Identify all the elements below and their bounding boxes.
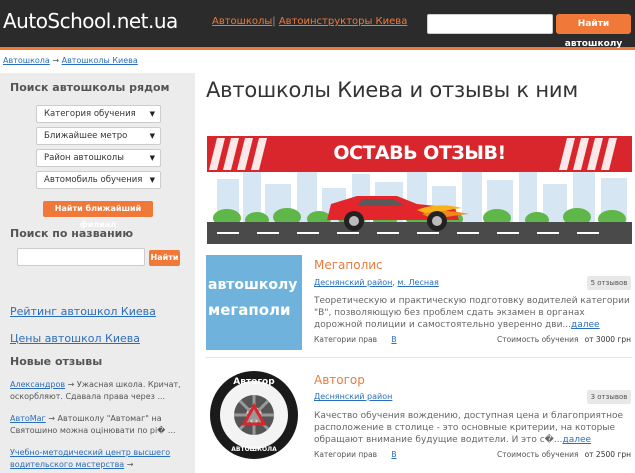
prices-link[interactable]: Цены автошкол Киева — [10, 332, 140, 345]
price-label: Стоимость обучения — [496, 335, 579, 344]
site-header: AutoSchool.net.ua Автошколы| Автоинструк… — [0, 0, 635, 50]
chevron-down-icon: ▼ — [149, 176, 155, 184]
logo-text: АВТОШКОЛА — [231, 446, 277, 453]
review-item: Учебно-методический центр высшего водите… — [10, 447, 190, 473]
district-link[interactable]: Деснянский район — [314, 392, 392, 401]
rating-link[interactable]: Рейтинг автошкол Киева — [10, 305, 156, 318]
district-link[interactable]: Деснянский район — [314, 278, 392, 287]
price-value: от 2500 грн — [584, 450, 631, 459]
find-autoschool-button[interactable]: Найти автошколу — [556, 14, 631, 49]
header-search-input[interactable] — [427, 14, 553, 34]
page-title: Автошколы Киева и отзывы к ним — [206, 78, 579, 102]
chevron-down-icon: ▼ — [149, 110, 155, 118]
divider — [206, 357, 632, 358]
breadcrumb: Автошкола → Автошколы Киева — [3, 56, 138, 65]
car-select-value: Автомобиль обучения — [44, 175, 143, 185]
breadcrumb-current[interactable]: Автошколы Киева — [62, 56, 138, 65]
metro-select[interactable]: Ближайшее метро ▼ — [36, 127, 161, 145]
nav-separator: | — [272, 16, 276, 27]
nav-link-autoschools[interactable]: Автошколы — [212, 16, 272, 27]
school-name-input[interactable] — [17, 248, 145, 266]
top-nav: Автошколы| Автоинструкторы Киева — [212, 16, 407, 27]
school-location: Деснянский район — [314, 392, 392, 401]
review-item: АвтоМаг → Автошколу "Автомаг" на Святоши… — [10, 413, 190, 437]
school-name-link[interactable]: Мегаполис — [314, 258, 383, 272]
review-item: Александров → Ужасная школа. Кричат, оск… — [10, 379, 190, 403]
category-link[interactable]: В — [391, 450, 396, 459]
chevron-down-icon: ▼ — [149, 154, 155, 162]
price-value: от 3000 грн — [584, 335, 631, 344]
school-logo-avtogor[interactable]: Автогор АВТОШКОЛА — [206, 368, 302, 463]
sidebar: Поиск автошколы рядом Категория обучения… — [0, 73, 195, 473]
new-reviews-title: Новые отзывы — [10, 355, 103, 368]
school-description: Теоретическую и практическую подготовку … — [314, 295, 632, 331]
site-logo[interactable]: AutoSchool.net.ua — [3, 9, 178, 33]
school-description: Качество обучения вождению, доступная це… — [314, 410, 632, 446]
district-select[interactable]: Район автошколы ▼ — [36, 149, 161, 167]
more-link[interactable]: далее — [571, 320, 600, 330]
category-label: Категории прав — [314, 450, 378, 459]
tuition-price: Стоимость обучения от 2500 грн — [497, 450, 631, 459]
banner-text: ОСТАВЬ ОТЗЫВ! — [333, 142, 506, 164]
leave-review-banner[interactable]: ОСТАВЬ ОТЗЫВ! — [207, 124, 632, 244]
search-by-name-title: Поиск по названию — [10, 227, 134, 240]
tuition-price: Стоимость обучения от 3000 грн — [497, 335, 631, 344]
license-category: Категории прав В — [314, 450, 397, 459]
school-location: Деснянский район, м. Лесная — [314, 278, 439, 287]
chevron-down-icon: ▼ — [149, 132, 155, 140]
reviews-count-badge[interactable]: 3 отзывов — [587, 390, 631, 404]
reviews-count-badge[interactable]: 5 отзывов — [587, 276, 631, 290]
review-author-link[interactable]: АвтоМаг — [10, 414, 46, 423]
license-category: Категории прав В — [314, 335, 397, 344]
logo-text: Автогор — [233, 377, 275, 387]
category-link[interactable]: В — [391, 335, 396, 344]
category-label: Категории прав — [314, 335, 378, 344]
more-link[interactable]: далее — [562, 435, 591, 445]
school-logo-megapolis[interactable]: автошколу мегаполи — [206, 255, 302, 350]
district-select-value: Район автошколы — [44, 153, 124, 163]
logo-text: автошколу — [208, 277, 298, 293]
nearby-search-title: Поиск автошколы рядом — [10, 81, 170, 94]
logo-text: мегаполи — [208, 301, 291, 319]
breadcrumb-arrow: → — [52, 56, 60, 65]
breadcrumb-home[interactable]: Автошкола — [3, 56, 50, 65]
category-select[interactable]: Категория обучения ▼ — [36, 105, 161, 123]
metro-link[interactable]: м. Лесная — [397, 278, 438, 287]
category-select-value: Категория обучения — [44, 109, 136, 119]
find-nearest-branch-button[interactable]: Найти ближайший филиал — [43, 201, 153, 229]
review-author-link[interactable]: Учебно-методический центр высшего водите… — [10, 448, 170, 469]
school-name-link[interactable]: Автогор — [314, 373, 365, 387]
review-author-link[interactable]: Александров — [10, 380, 65, 389]
find-button[interactable]: Найти — [149, 250, 180, 266]
metro-select-value: Ближайшее метро — [44, 131, 128, 141]
car-select[interactable]: Автомобиль обучения ▼ — [36, 171, 161, 189]
nav-link-instructors[interactable]: Автоинструкторы Киева — [279, 16, 407, 27]
price-label: Стоимость обучения — [496, 450, 579, 459]
